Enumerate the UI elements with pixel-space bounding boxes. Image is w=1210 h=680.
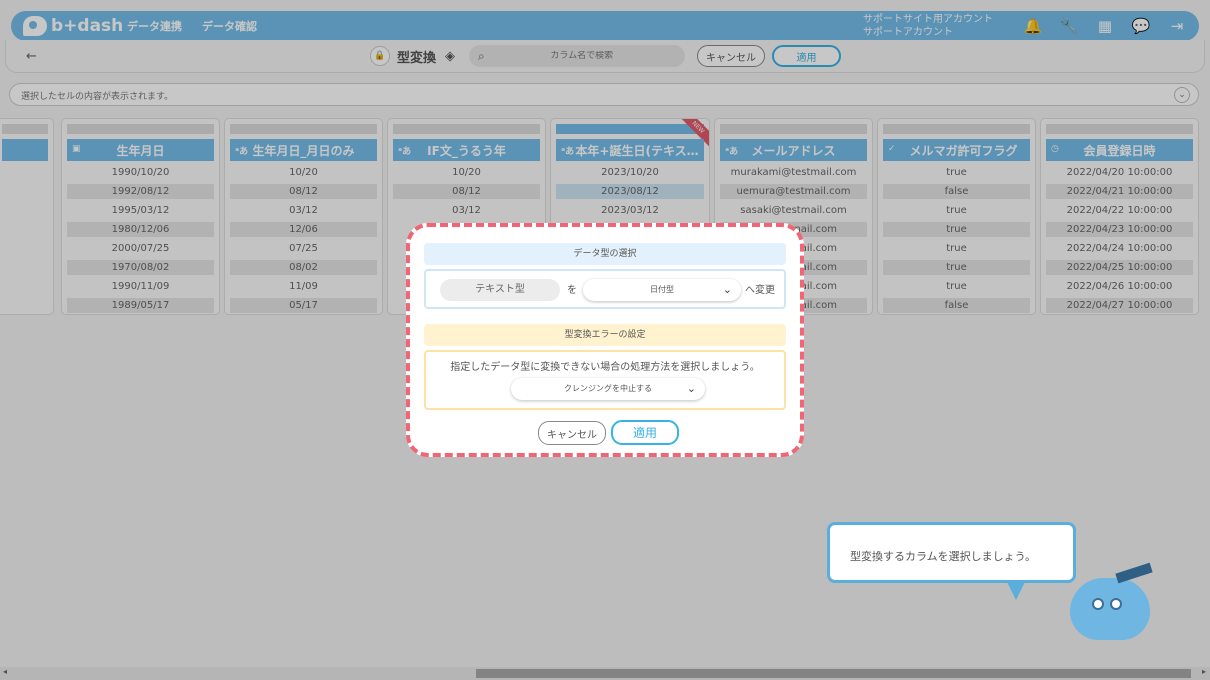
type-section-title: データ型の選択 xyxy=(424,243,786,265)
error-instruction: 指定したデータ型に変換できない場合の処理方法を選択しましょう。 xyxy=(450,362,760,373)
type-conversion-dialog: データ型の選択 テキスト型 を 日付型 ⌄ へ変更 型変換エラーの設定 指定した… xyxy=(406,223,804,457)
chevron-down-icon: ⌄ xyxy=(686,382,696,395)
type-section: テキスト型 を 日付型 ⌄ へ変更 xyxy=(424,269,786,309)
target-type-select[interactable]: 日付型 ⌄ xyxy=(583,279,741,301)
hint-bubble: 型変換するカラムを選択しましょう。 xyxy=(827,522,1076,600)
chevron-down-icon: ⌄ xyxy=(722,283,732,296)
error-section-title: 型変換エラーの設定 xyxy=(424,324,786,346)
dialog-cancel-button[interactable]: キャンセル xyxy=(538,421,606,445)
from-type: テキスト型 xyxy=(440,279,560,301)
change-suffix-label: へ変更 xyxy=(745,285,775,296)
mascot-icon xyxy=(1070,562,1156,648)
particle-label: を xyxy=(567,285,577,296)
dialog-apply-button[interactable]: 適用 xyxy=(611,420,679,445)
error-section: 指定したデータ型に変換できない場合の処理方法を選択しましょう。 クレンジングを中… xyxy=(424,350,786,410)
error-handling-select[interactable]: クレンジングを中止する ⌄ xyxy=(511,378,705,400)
